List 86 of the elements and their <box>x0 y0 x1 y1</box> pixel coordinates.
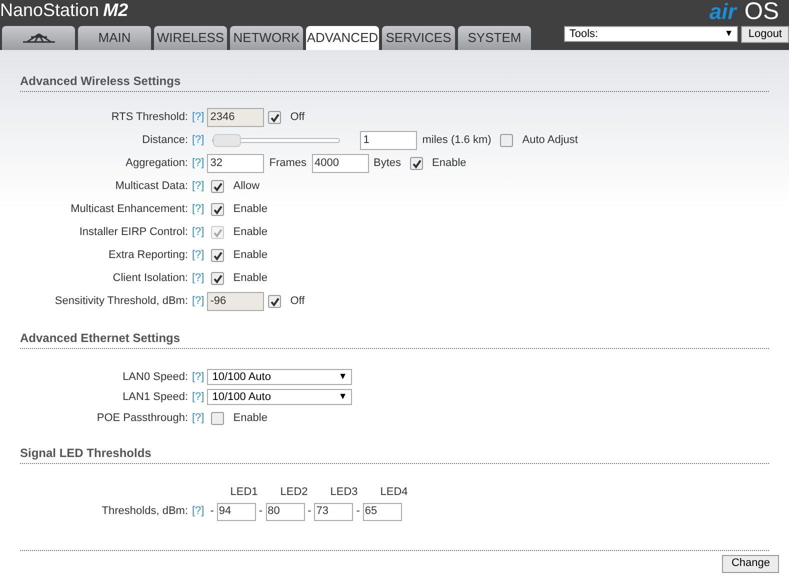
checkbox[interactable] <box>410 157 424 170</box>
nav-tab[interactable]: MAIN <box>78 26 151 50</box>
help-link[interactable]: [?] <box>192 201 204 218</box>
help-link[interactable]: [?] <box>192 178 204 195</box>
help-link[interactable]: [?] <box>192 155 204 172</box>
checkbox[interactable] <box>268 295 282 308</box>
column-heading: LED2 <box>279 485 309 500</box>
brand-logo-prefix: air <box>709 1 736 23</box>
checkbox-label: Enable <box>233 248 268 264</box>
input-field[interactable]: 32 <box>207 154 264 173</box>
input-field[interactable]: 1 <box>360 131 418 150</box>
dropdown-arrow-icon: ▼ <box>338 390 348 404</box>
nav-tab[interactable]: WIRELESS <box>154 26 227 50</box>
select-field[interactable]: 10/100 Auto ▼ <box>207 369 352 385</box>
section-title: Advanced Wireless Settings <box>20 72 769 92</box>
slider-thumb[interactable] <box>213 134 242 147</box>
field-label: LAN0 Speed: <box>122 370 188 385</box>
minus-sign: - <box>210 504 214 520</box>
brand-logo-suffix: OS <box>744 0 779 24</box>
tools-dropdown[interactable]: Tools: ▼ <box>564 26 738 42</box>
unit-label: Frames <box>269 156 307 172</box>
checkbox[interactable] <box>211 203 224 216</box>
input-field[interactable]: 4000 <box>312 154 369 173</box>
field-label: POE Passthrough: <box>96 410 188 426</box>
checkbox-label: Enable <box>432 156 466 172</box>
checkbox[interactable] <box>500 134 514 147</box>
field-label: Thresholds, dBm: <box>100 504 188 520</box>
dropdown-arrow-icon: ▼ <box>724 27 734 41</box>
product-name: NanoStation <box>0 1 100 19</box>
help-link[interactable]: [?] <box>192 410 204 426</box>
field-label: Extra Reporting: <box>108 248 188 264</box>
logo-tab[interactable] <box>2 26 75 50</box>
help-link[interactable]: [?] <box>192 293 204 310</box>
field-label: Installer EIRP Control: <box>78 225 188 240</box>
input-field[interactable]: 65 <box>362 502 402 520</box>
nav-tab[interactable]: SERVICES <box>382 26 455 50</box>
field-label: RTS Threshold: <box>110 110 188 126</box>
nav-tab[interactable]: SYSTEM <box>458 26 531 50</box>
checkbox-label: Enable <box>233 202 268 218</box>
help-link[interactable]: [?] <box>192 224 204 241</box>
checkbox[interactable] <box>211 272 224 285</box>
field-label: Sensitivity Threshold, dBm: <box>54 294 188 310</box>
help-link[interactable]: [?] <box>192 270 204 287</box>
checkbox-label: Auto Adjust <box>522 133 578 148</box>
checkbox-label: Allow <box>233 179 260 194</box>
help-link[interactable]: [?] <box>192 388 204 406</box>
input-field[interactable]: 80 <box>266 502 305 520</box>
column-heading: LED1 <box>229 485 259 500</box>
column-heading: LED4 <box>379 485 409 500</box>
column-heading: LED3 <box>329 485 359 500</box>
help-link[interactable]: [?] <box>192 247 204 264</box>
help-link[interactable]: [?] <box>192 503 204 520</box>
help-link[interactable]: [?] <box>192 132 204 149</box>
checkbox-label: Off <box>290 294 305 310</box>
section-title: Signal LED Thresholds <box>20 444 769 464</box>
checkbox[interactable] <box>211 249 224 262</box>
field-label: LAN1 Speed: <box>122 390 188 405</box>
model-name: M2 <box>103 1 128 19</box>
checkbox[interactable] <box>211 180 224 193</box>
field-label: Multicast Enhancement: <box>70 202 188 218</box>
input-field[interactable]: 94 <box>216 502 256 520</box>
checkbox[interactable] <box>268 111 282 124</box>
help-link[interactable]: [?] <box>192 368 204 386</box>
field-label: Client Isolation: <box>112 271 188 286</box>
nav-tab[interactable]: ADVANCED <box>306 26 379 50</box>
minus-sign: - <box>356 504 360 520</box>
minus-sign: - <box>258 504 263 520</box>
checkbox-label: Enable <box>233 225 268 240</box>
checkbox-label: Enable <box>233 410 268 426</box>
minus-sign: - <box>308 504 312 520</box>
section-title: Advanced Ethernet Settings <box>20 329 769 349</box>
unit-label: miles (1.6 km) <box>422 133 492 148</box>
field-label: Multicast Data: <box>114 179 188 194</box>
input-field[interactable]: 73 <box>314 502 354 520</box>
logout-button[interactable]: Logout <box>741 26 789 43</box>
checkbox-label: Enable <box>233 271 268 286</box>
antenna-icon <box>20 33 56 43</box>
select-field[interactable]: 10/100 Auto ▼ <box>207 389 352 405</box>
change-button[interactable]: Change <box>722 554 779 572</box>
checkbox[interactable] <box>211 412 224 424</box>
nav-tab[interactable]: NETWORK <box>230 26 303 50</box>
unit-label: Bytes <box>374 156 402 172</box>
checkbox-label: Off <box>290 110 305 126</box>
dropdown-arrow-icon: ▼ <box>338 370 348 384</box>
field-label: Aggregation: <box>124 156 188 172</box>
field-label: Distance: <box>141 133 188 148</box>
